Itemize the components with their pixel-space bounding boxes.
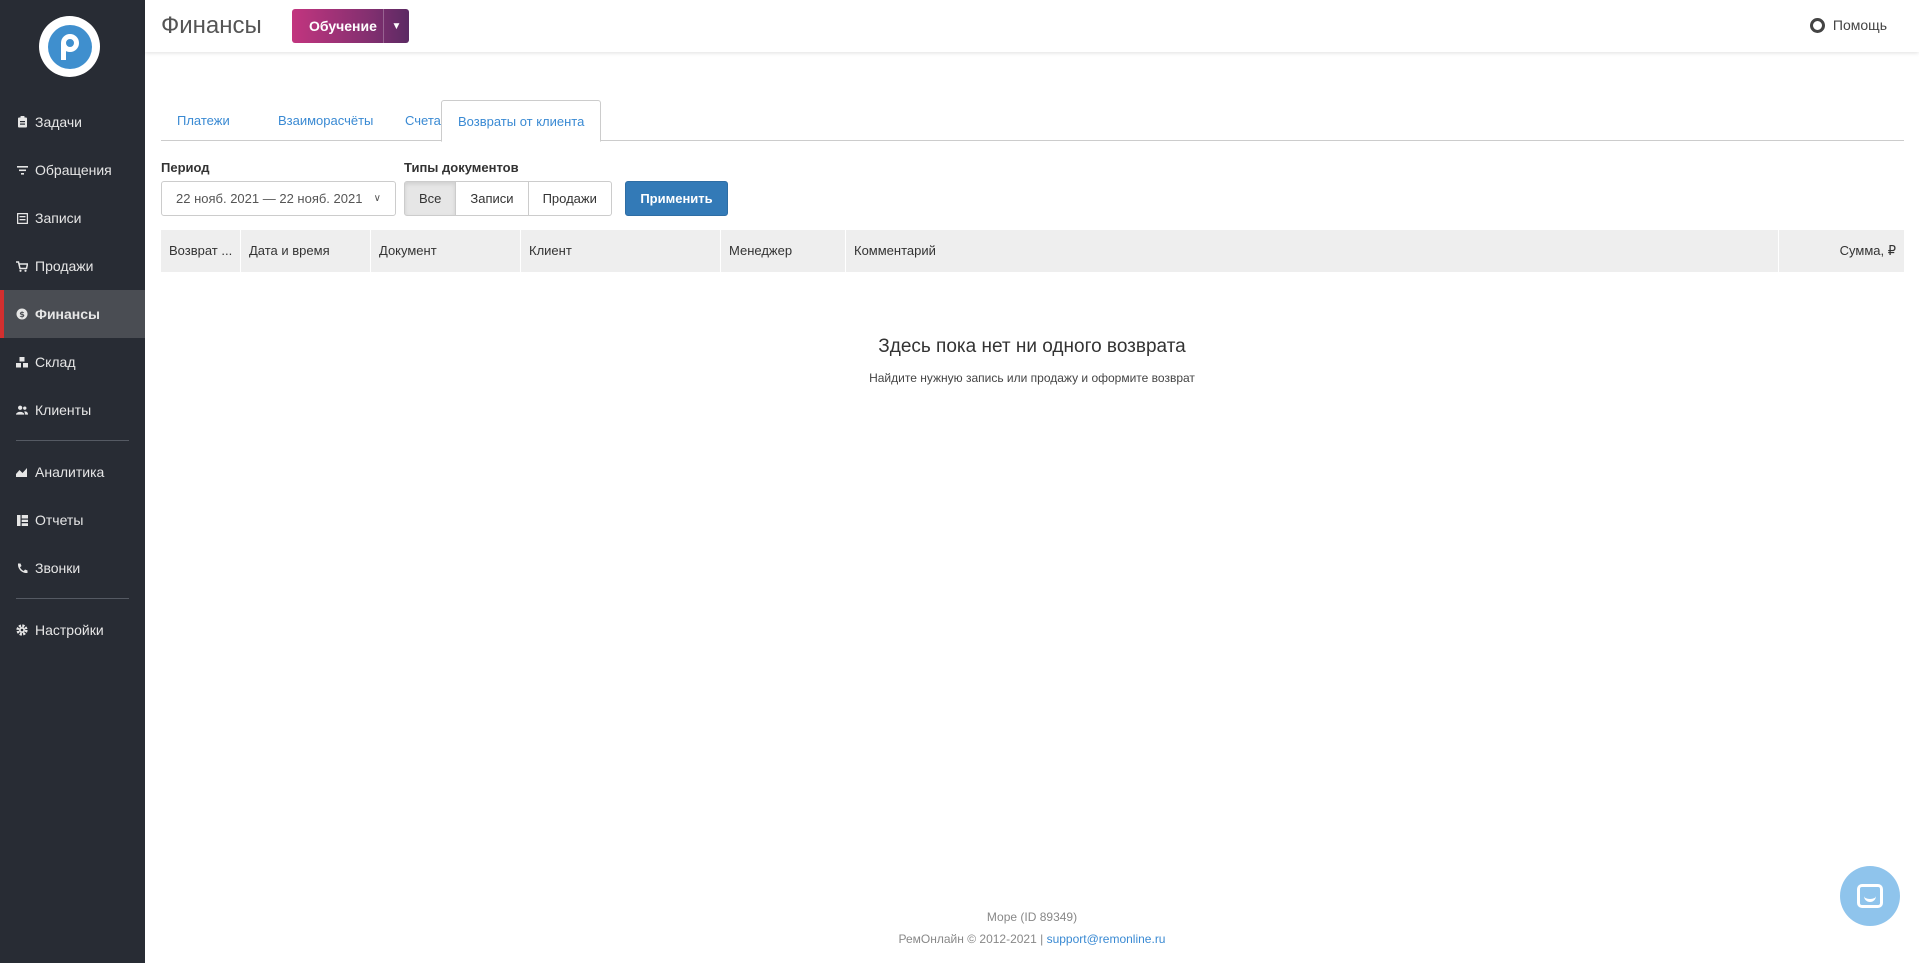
footer-copyright: РемОнлайн © 2012-2021 | (898, 932, 1044, 946)
doc-type-all-button[interactable]: Все (404, 181, 457, 216)
finance-icon: $ (16, 308, 28, 320)
sidebar-item-analytics[interactable]: Аналитика (0, 448, 145, 496)
sidebar-item-label: Обращения (35, 162, 112, 178)
chevron-down-icon[interactable]: ▼ (383, 9, 409, 43)
sidebar-item-warehouse[interactable]: Склад (0, 338, 145, 386)
footer-copyright-line: РемОнлайн © 2012-2021 | support@remonlin… (145, 932, 1919, 946)
orders-icon (16, 212, 28, 224)
sidebar: Задачи Обращения Записи Продажи $ Финанс… (0, 0, 145, 963)
footer-company: Море (ID 89349) (986, 910, 1078, 924)
empty-state-title: Здесь пока нет ни одного возврата (878, 336, 1186, 357)
tab-client-refunds[interactable]: Возвраты от клиента (441, 100, 602, 142)
column-header-manager[interactable]: Менеджер (721, 230, 846, 272)
app-logo[interactable] (39, 16, 100, 77)
sidebar-item-label: Записи (35, 210, 82, 226)
sidebar-item-label: Звонки (35, 560, 81, 576)
sidebar-item-calls[interactable]: Звонки (0, 544, 145, 592)
sidebar-item-label: Клиенты (35, 402, 92, 418)
logo-icon (47, 24, 92, 69)
users-icon (16, 404, 28, 416)
svg-text:$: $ (19, 310, 25, 319)
top-header: Финансы Обучение ▼ Помощь (145, 0, 1919, 52)
sidebar-item-label: Настройки (35, 622, 104, 638)
chart-icon (16, 466, 28, 478)
sidebar-item-clients[interactable]: Клиенты (0, 386, 145, 434)
apply-button[interactable]: Применить (625, 181, 728, 216)
sidebar-item-label: Финансы (35, 306, 100, 322)
column-header-client[interactable]: Клиент (521, 230, 721, 272)
learning-button[interactable]: Обучение ▼ (292, 9, 409, 43)
cart-icon (16, 260, 28, 272)
chat-widget-button[interactable] (1840, 866, 1900, 926)
chat-icon (1857, 884, 1883, 908)
sidebar-item-requests[interactable]: Обращения (0, 146, 145, 194)
doc-type-orders-button[interactable]: Записи (456, 181, 529, 216)
help-label: Помощь (1832, 17, 1887, 33)
learning-button-label: Обучение (309, 18, 377, 34)
sidebar-item-orders[interactable]: Записи (0, 194, 145, 242)
sidebar-item-label: Продажи (35, 258, 94, 274)
column-header-refund[interactable]: Возврат ... (161, 230, 241, 272)
gear-icon (16, 624, 28, 636)
lifebuoy-icon (1809, 17, 1825, 33)
sidebar-item-label: Склад (35, 354, 76, 370)
reports-icon (16, 514, 28, 526)
support-email-link[interactable]: support@remonline.ru (1047, 932, 1166, 946)
sidebar-item-sales[interactable]: Продажи (0, 242, 145, 290)
page-title: Финансы (161, 12, 262, 39)
sidebar-item-reports[interactable]: Отчеты (0, 496, 145, 544)
sidebar-divider (16, 598, 129, 599)
sidebar-item-finance[interactable]: $ Финансы (0, 290, 145, 338)
column-header-sum[interactable]: Сумма, ₽ (1779, 230, 1904, 272)
sidebar-item-tasks[interactable]: Задачи (0, 98, 145, 146)
clipboard-icon (16, 116, 28, 128)
column-header-datetime[interactable]: Дата и время (241, 230, 371, 272)
period-value: 22 нояб. 2021 — 22 нояб. 2021 (176, 191, 363, 206)
column-header-comment[interactable]: Комментарий (846, 230, 1779, 272)
period-picker[interactable]: 22 нояб. 2021 — 22 нояб. 2021 ∨ (161, 181, 396, 216)
column-header-document[interactable]: Документ (371, 230, 521, 272)
funnel-icon (16, 164, 28, 176)
period-label: Период (161, 160, 210, 175)
sidebar-nav: Задачи Обращения Записи Продажи $ Финанс… (0, 98, 145, 654)
finance-tabs: Платежи Взаиморасчёты Счета Возвраты от … (161, 100, 1904, 142)
sidebar-item-label: Задачи (35, 114, 83, 130)
table-header: Возврат ... Дата и время Документ Клиент… (161, 230, 1904, 272)
sidebar-item-settings[interactable]: Настройки (0, 606, 145, 654)
sidebar-item-label: Аналитика (35, 464, 105, 480)
tab-payments[interactable]: Платежи (161, 100, 246, 141)
empty-state-subtitle: Найдите нужную запись или продажу и офор… (869, 371, 1195, 385)
doc-type-sales-button[interactable]: Продажи (528, 181, 612, 216)
tab-settlements[interactable]: Взаиморасчёты (262, 100, 389, 141)
sidebar-item-label: Отчеты (35, 512, 84, 528)
help-link[interactable]: Помощь (1809, 17, 1887, 33)
chevron-down-icon: ∨ (373, 193, 381, 204)
doc-type-toggle: Все Записи Продажи (404, 181, 612, 216)
boxes-icon (16, 356, 28, 368)
doc-types-label: Типы документов (404, 160, 519, 175)
sidebar-divider (16, 440, 129, 441)
phone-icon (16, 562, 28, 574)
